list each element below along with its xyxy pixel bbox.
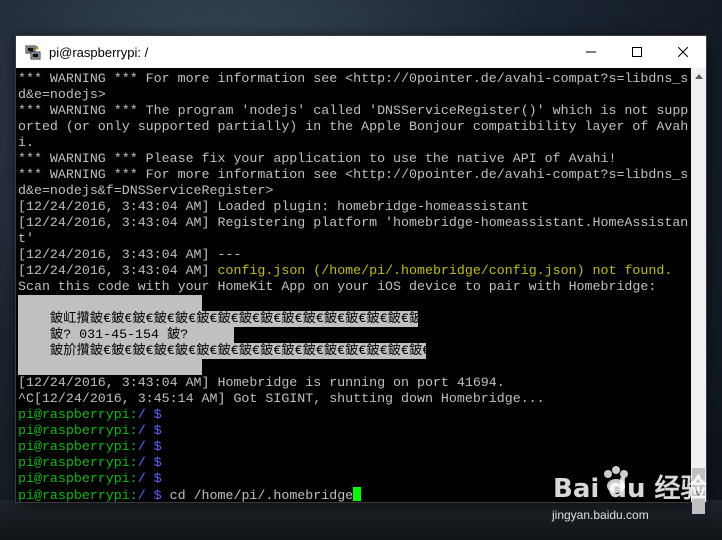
terminal-line: *** WARNING *** The program 'nodejs' cal…	[18, 103, 691, 119]
terminal-text: *** WARNING *** For more information see…	[18, 71, 689, 86]
log-block-before-qr: *** WARNING *** For more information see…	[18, 71, 691, 295]
qr-row-pin: 鈹? 031-45-154 鈹?	[18, 327, 234, 343]
terminal-text: *** WARNING *** For more information see…	[18, 167, 689, 182]
terminal-line: orted (or only supported partially) in t…	[18, 119, 691, 135]
prompt-user-host: pi@raspberrypi:	[18, 488, 138, 502]
terminal-line: pi@raspberrypi:/ $	[18, 407, 691, 423]
minimize-button[interactable]	[568, 36, 614, 68]
terminal-text: [12/24/2016, 3:43:04 AM] Registering pla…	[18, 215, 689, 230]
terminal-text: *** WARNING *** Please fix your applicat…	[18, 151, 617, 166]
terminal-output[interactable]: *** WARNING *** For more information see…	[16, 68, 691, 502]
terminal-line: ^C[12/24/2016, 3:45:14 AM] Got SIGINT, s…	[18, 391, 691, 407]
minimize-icon	[586, 51, 596, 53]
window-title: pi@raspberrypi: /	[49, 44, 149, 60]
terminal-text: pi@raspberrypi:	[18, 407, 138, 422]
terminal-line: [12/24/2016, 3:43:04 AM] config.json (/h…	[18, 263, 691, 279]
terminal-line: pi@raspberrypi:/ $	[18, 439, 691, 455]
terminal-text: config.json (/home/pi/.homebridge/config…	[217, 263, 673, 278]
close-icon	[678, 47, 688, 57]
terminal-text: [12/24/2016, 3:43:04 AM] Homebridge is r…	[18, 375, 505, 390]
terminal-line: d&e=nodejs&f=DNSServiceRegister>	[18, 183, 691, 199]
terminal-text: [12/24/2016, 3:43:04 AM] Loaded plugin: …	[18, 199, 529, 214]
terminal-line: pi@raspberrypi:/ $	[18, 423, 691, 439]
terminal-text: / $	[137, 439, 162, 454]
terminal-text: pi@raspberrypi:	[18, 455, 138, 470]
maximize-button[interactable]	[614, 36, 660, 68]
terminal-text: ^C[12/24/2016, 3:45:14 AM] Got SIGINT, s…	[18, 391, 545, 406]
terminal-text: / $	[137, 407, 162, 422]
terminal-text: [12/24/2016, 3:43:04 AM]	[18, 263, 218, 278]
terminal-text: / $	[137, 455, 162, 470]
terminal-line: *** WARNING *** Please fix your applicat…	[18, 151, 691, 167]
terminal-text: / $	[137, 423, 162, 438]
terminal-text: orted (or only supported partially) in t…	[18, 119, 689, 134]
terminal-line: i.	[18, 135, 691, 151]
vertical-scrollbar[interactable]	[691, 68, 706, 514]
baidu-logo-text: Bai du 经验	[553, 474, 707, 504]
terminal-line: [12/24/2016, 3:43:04 AM] Loaded plugin: …	[18, 199, 691, 215]
terminal-text: pi@raspberrypi:	[18, 423, 138, 438]
qr-code-area: 鈹屸攢鈹€鈹€鈹€鈹€鈹€鈹€鈹€鈹€鈹€鈹€鈹€鈹€鈹€鈹€鈹€鈹€ 鈹? 0…	[18, 295, 691, 375]
close-button[interactable]	[660, 36, 706, 68]
terminal-line: d&e=nodejs>	[18, 87, 691, 103]
qr-row-top: 鈹屸攢鈹€鈹€鈹€鈹€鈹€鈹€鈹€鈹€鈹€鈹€鈹€鈹€鈹€鈹€鈹€鈹€	[18, 311, 431, 327]
terminal-text: d&e=nodejs>	[18, 87, 106, 102]
terminal-line: [12/24/2016, 3:43:04 AM] Homebridge is r…	[18, 375, 691, 391]
title-bar[interactable]: pi@raspberrypi: /	[16, 36, 706, 68]
maximize-icon	[632, 47, 642, 57]
terminal-line: [12/24/2016, 3:43:04 AM] ---	[18, 247, 691, 263]
baidu-url: jingyan.baidu.com	[552, 508, 649, 522]
terminal-line: Scan this code with your HomeKit App on …	[18, 279, 691, 295]
terminal-text: / $	[137, 471, 162, 486]
terminal-line: *** WARNING *** For more information see…	[18, 71, 691, 87]
typed-command: cd /home/pi/.homebridge	[161, 488, 354, 502]
terminal-window[interactable]: pi@raspberrypi: / *** WARNING *** For mo…	[15, 35, 707, 514]
terminal-text: [12/24/2016, 3:43:04 AM] ---	[18, 247, 242, 262]
terminal-text: i.	[18, 135, 34, 150]
terminal-text: t'	[18, 231, 34, 246]
scroll-up-arrow-icon[interactable]	[691, 68, 706, 85]
terminal-text: *** WARNING *** The program 'nodejs' cal…	[18, 103, 689, 118]
putty-icon	[25, 44, 41, 60]
qr-row-bottom: 鈹斺攢鈹€鈹€鈹€鈹€鈹€鈹€鈹€鈹€鈹€鈹€鈹€鈹€鈹€鈹€鈹€鈹€鈹?	[18, 343, 452, 359]
terminal-line: [12/24/2016, 3:43:04 AM] Registering pla…	[18, 215, 691, 231]
baidu-watermark: Bai du 经验 jingyan.baidu.com	[548, 462, 718, 532]
terminal-line: *** WARNING *** For more information see…	[18, 167, 691, 183]
terminal-text: pi@raspberrypi:	[18, 471, 138, 486]
terminal-line: t'	[18, 231, 691, 247]
prompt-path: / $	[137, 488, 162, 502]
text-cursor	[353, 487, 362, 501]
terminal-text: pi@raspberrypi:	[18, 439, 138, 454]
terminal-text: Scan this code with your HomeKit App on …	[18, 279, 657, 294]
terminal-text: d&e=nodejs&f=DNSServiceRegister>	[18, 183, 274, 198]
